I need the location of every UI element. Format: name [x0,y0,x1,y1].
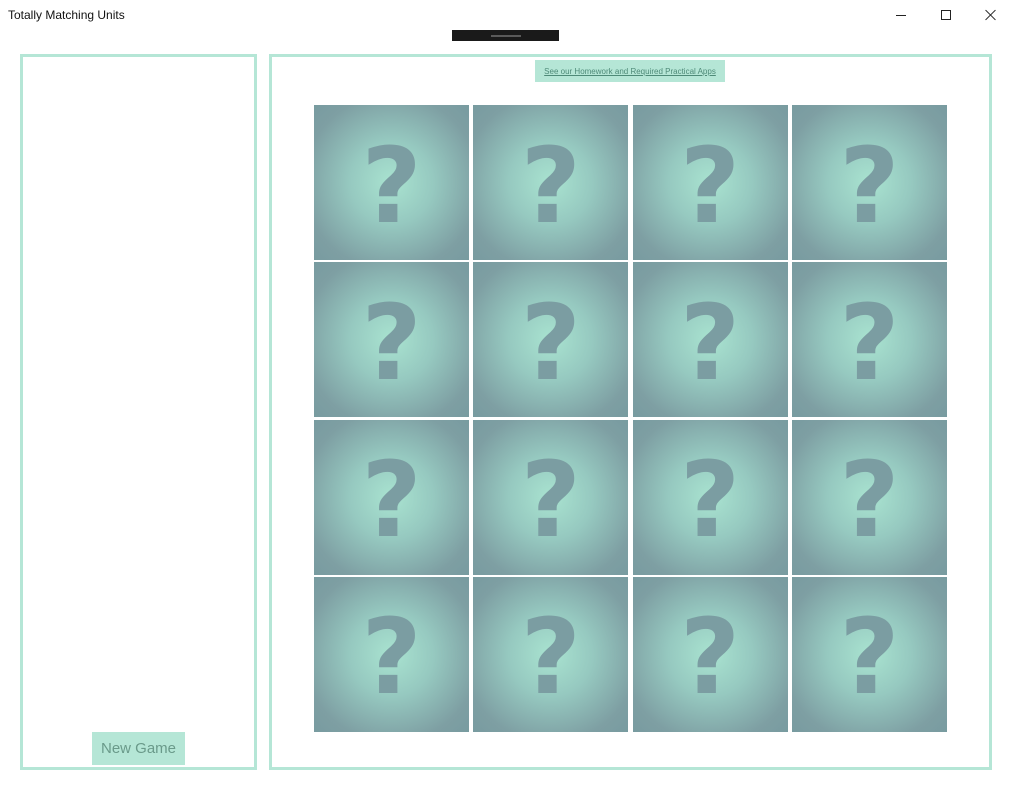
question-mark-icon: ? [520,596,581,719]
question-mark-icon: ? [361,596,422,719]
question-mark-icon: ? [520,439,581,562]
close-icon [985,9,997,21]
question-mark-icon: ? [679,596,741,719]
memory-card[interactable]: ? [473,262,629,418]
new-game-button[interactable]: New Game [92,732,185,765]
memory-card[interactable]: ? [473,105,629,260]
card-grid: ???????????????? [314,105,947,732]
question-mark-icon: ? [520,281,581,404]
question-mark-icon: ? [361,281,422,404]
title-bar[interactable]: Totally Matching Units [0,0,1009,32]
memory-card[interactable]: ? [314,105,469,260]
drag-handle[interactable] [452,30,559,41]
question-mark-icon: ? [520,124,581,247]
question-mark-icon: ? [679,281,741,404]
memory-card[interactable]: ? [314,419,469,575]
memory-card[interactable]: ? [314,262,469,418]
memory-card[interactable]: ? [791,419,947,575]
memory-card[interactable]: ? [791,262,947,418]
window-title: Totally Matching Units [8,8,125,22]
question-mark-icon: ? [361,439,422,562]
close-button[interactable] [968,0,1009,30]
app-window: Totally Matching Units New Game See our … [0,0,1009,787]
promo-link[interactable]: See our Homework and Required Practical … [535,60,725,82]
question-mark-icon: ? [839,124,900,247]
question-mark-icon: ? [839,281,900,404]
grip-icon [490,34,521,37]
minimize-button[interactable] [878,0,924,30]
memory-card[interactable]: ? [791,105,947,260]
memory-card[interactable]: ? [632,576,788,732]
memory-card[interactable]: ? [791,576,947,732]
question-mark-icon: ? [839,596,900,719]
memory-card[interactable]: ? [473,419,629,575]
memory-card[interactable]: ? [632,262,788,418]
question-mark-icon: ? [361,124,422,247]
left-panel [20,54,257,770]
memory-card[interactable]: ? [632,419,788,575]
question-mark-icon: ? [679,124,741,247]
minimize-icon [896,14,906,16]
maximize-button[interactable] [923,0,969,30]
memory-card[interactable]: ? [314,576,469,732]
question-mark-icon: ? [679,439,741,562]
maximize-icon [941,10,951,20]
question-mark-icon: ? [839,439,900,562]
memory-card[interactable]: ? [632,105,788,260]
memory-card[interactable]: ? [473,576,629,732]
